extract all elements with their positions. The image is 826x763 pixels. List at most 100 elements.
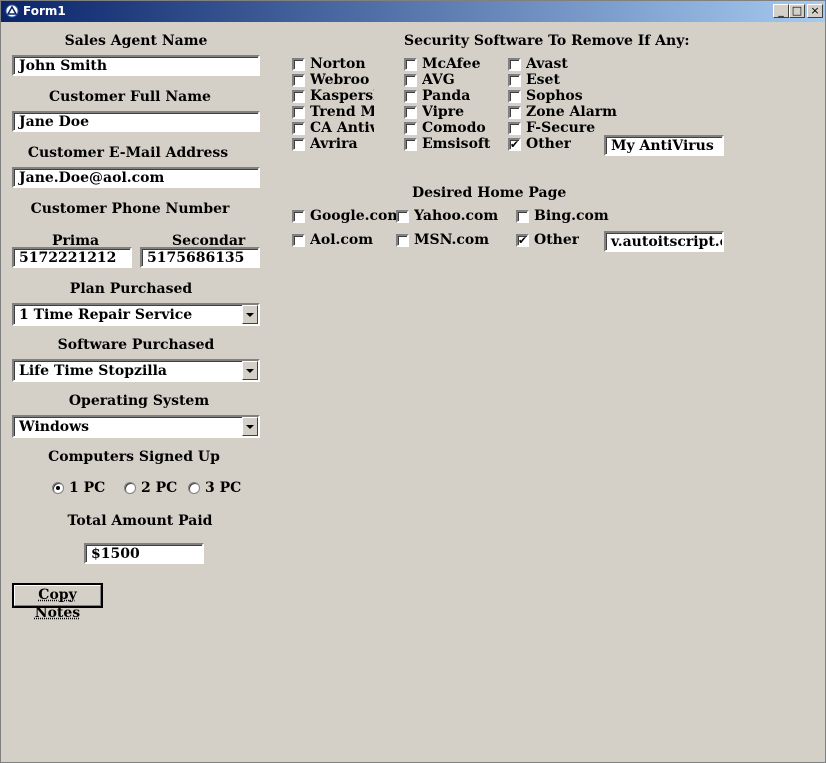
checkbox-box[interactable] xyxy=(404,58,417,71)
checkbox-aol[interactable]: Aol.com xyxy=(292,232,387,248)
check-icon[interactable]: ✔ xyxy=(508,138,521,151)
checkbox-f-secure[interactable]: F-Secure xyxy=(508,120,600,136)
customer-name-input[interactable]: Jane Doe xyxy=(12,111,260,132)
autoit-icon xyxy=(5,4,19,18)
chevron-down-icon[interactable] xyxy=(242,361,258,380)
checkbox-box[interactable] xyxy=(292,58,305,71)
checkbox-webroot-label: Webroo xyxy=(310,72,370,88)
plan-select-value: 1 Time Repair Service xyxy=(19,307,193,323)
customer-email-input[interactable]: Jane.Doe@aol.com xyxy=(12,167,260,188)
checkbox-avast[interactable]: Avast xyxy=(508,56,600,72)
checkbox-ca-antivirus-label: CA Antivi xyxy=(310,120,374,136)
checkbox-box[interactable] xyxy=(508,122,521,135)
checkbox-box[interactable] xyxy=(292,106,305,119)
os-select[interactable]: Windows xyxy=(12,415,260,438)
checkbox-google-label: Google.com xyxy=(310,208,403,224)
checkbox-box[interactable] xyxy=(404,138,417,151)
chevron-down-icon[interactable] xyxy=(242,417,258,436)
checkbox-zone-alarm-label: Zone Alarm xyxy=(526,104,617,120)
checkbox-box[interactable] xyxy=(396,234,409,247)
checkbox-mcafee[interactable]: McAfee xyxy=(404,56,494,72)
checkbox-box[interactable] xyxy=(292,122,305,135)
checkbox-box[interactable] xyxy=(508,74,521,87)
radio-circle[interactable] xyxy=(52,482,64,494)
checkbox-bing[interactable]: Bing.com xyxy=(516,208,609,224)
maximize-icon: □ xyxy=(791,4,803,17)
total-input[interactable]: $1500 xyxy=(84,543,204,564)
checkbox-box[interactable] xyxy=(292,138,305,151)
checkbox-homepage-other[interactable]: ✔ Other xyxy=(516,232,601,248)
close-button[interactable]: × xyxy=(807,4,823,18)
computers-label: Computers Signed Up xyxy=(48,449,220,465)
radio-circle[interactable] xyxy=(188,482,200,494)
window-title: Form1 xyxy=(23,4,66,18)
checkbox-box[interactable] xyxy=(396,210,409,223)
copy-notes-button[interactable]: Copy Notes xyxy=(12,583,103,621)
radio-3pc-label: 3 PC xyxy=(205,480,242,496)
checkbox-sophos-label: Sophos xyxy=(526,88,583,104)
checkbox-webroot[interactable]: Webroo xyxy=(292,72,374,88)
chevron-down-icon[interactable] xyxy=(242,305,258,324)
security-label: Security Software To Remove If Any: xyxy=(404,33,690,49)
software-select-value: Life Time Stopzilla xyxy=(19,363,167,379)
checkbox-msn-label: MSN.com xyxy=(414,232,490,248)
checkbox-ca-antivirus[interactable]: CA Antivi xyxy=(292,120,374,136)
checkbox-google[interactable]: Google.com xyxy=(292,208,402,224)
checkbox-msn[interactable]: MSN.com xyxy=(396,232,491,248)
check-icon[interactable]: ✔ xyxy=(516,234,529,247)
checkbox-box[interactable] xyxy=(404,74,417,87)
checkbox-security-other-label: Other xyxy=(526,136,572,152)
title-bar[interactable]: Form1 _ □ × xyxy=(1,1,825,22)
checkbox-vipre[interactable]: Vipre xyxy=(404,104,494,120)
checkbox-box[interactable] xyxy=(508,106,521,119)
checkbox-box[interactable] xyxy=(292,74,305,87)
checkbox-box[interactable] xyxy=(508,58,521,71)
checkbox-avg[interactable]: AVG xyxy=(404,72,494,88)
minimize-button[interactable]: _ xyxy=(773,4,789,18)
radio-2pc-label: 2 PC xyxy=(141,480,178,496)
plan-select[interactable]: 1 Time Repair Service xyxy=(12,303,260,326)
checkbox-box[interactable] xyxy=(292,210,305,223)
checkbox-vipre-label: Vipre xyxy=(422,104,465,120)
checkbox-norton-label: Norton xyxy=(310,56,366,72)
agent-name-input[interactable]: John Smith xyxy=(12,55,260,76)
radio-2pc[interactable]: 2 PC xyxy=(124,480,184,496)
homepage-other-input[interactable]: v.autoitscript.com xyxy=(604,231,724,252)
radio-dot xyxy=(56,486,60,490)
checkbox-security-other[interactable]: ✔ Other xyxy=(508,136,600,152)
checkbox-trend-micro[interactable]: Trend Mic xyxy=(292,104,374,120)
checkbox-zone-alarm[interactable]: Zone Alarm xyxy=(508,104,617,120)
security-other-input[interactable]: My AntiVirus xyxy=(604,135,724,156)
checkbox-box[interactable] xyxy=(292,90,305,103)
checkbox-comodo[interactable]: Comodo xyxy=(404,120,494,136)
checkbox-box[interactable] xyxy=(404,122,417,135)
checkbox-sophos[interactable]: Sophos xyxy=(508,88,600,104)
checkbox-yahoo[interactable]: Yahoo.com xyxy=(396,208,498,224)
checkbox-kaspersky-label: Kaspersky xyxy=(310,88,374,104)
checkbox-avg-label: AVG xyxy=(422,72,455,88)
checkbox-panda-label: Panda xyxy=(422,88,471,104)
checkbox-kaspersky[interactable]: Kaspersky xyxy=(292,88,374,104)
customer-name-label: Customer Full Name xyxy=(49,89,211,105)
checkbox-panda[interactable]: Panda xyxy=(404,88,494,104)
os-label: Operating System xyxy=(68,393,210,409)
checkbox-norton[interactable]: Norton xyxy=(292,56,374,72)
checkbox-homepage-other-label: Other xyxy=(534,232,580,248)
primary-phone-input[interactable]: 5172221212 xyxy=(12,247,132,268)
checkbox-eset-label: Eset xyxy=(526,72,560,88)
radio-1pc[interactable]: 1 PC xyxy=(52,480,112,496)
maximize-button[interactable]: □ xyxy=(789,4,805,18)
radio-circle[interactable] xyxy=(124,482,136,494)
checkbox-eset[interactable]: Eset xyxy=(508,72,600,88)
checkbox-box[interactable] xyxy=(404,90,417,103)
checkbox-box[interactable] xyxy=(292,234,305,247)
minimize-icon: _ xyxy=(778,4,784,17)
secondary-phone-input[interactable]: 5175686135 xyxy=(140,247,260,268)
checkbox-avrira[interactable]: Avrira xyxy=(292,136,374,152)
radio-3pc[interactable]: 3 PC xyxy=(188,480,248,496)
checkbox-emsisoft[interactable]: Emsisoft xyxy=(404,136,494,152)
checkbox-box[interactable] xyxy=(404,106,417,119)
software-select[interactable]: Life Time Stopzilla xyxy=(12,359,260,382)
checkbox-box[interactable] xyxy=(516,210,529,223)
checkbox-box[interactable] xyxy=(508,90,521,103)
